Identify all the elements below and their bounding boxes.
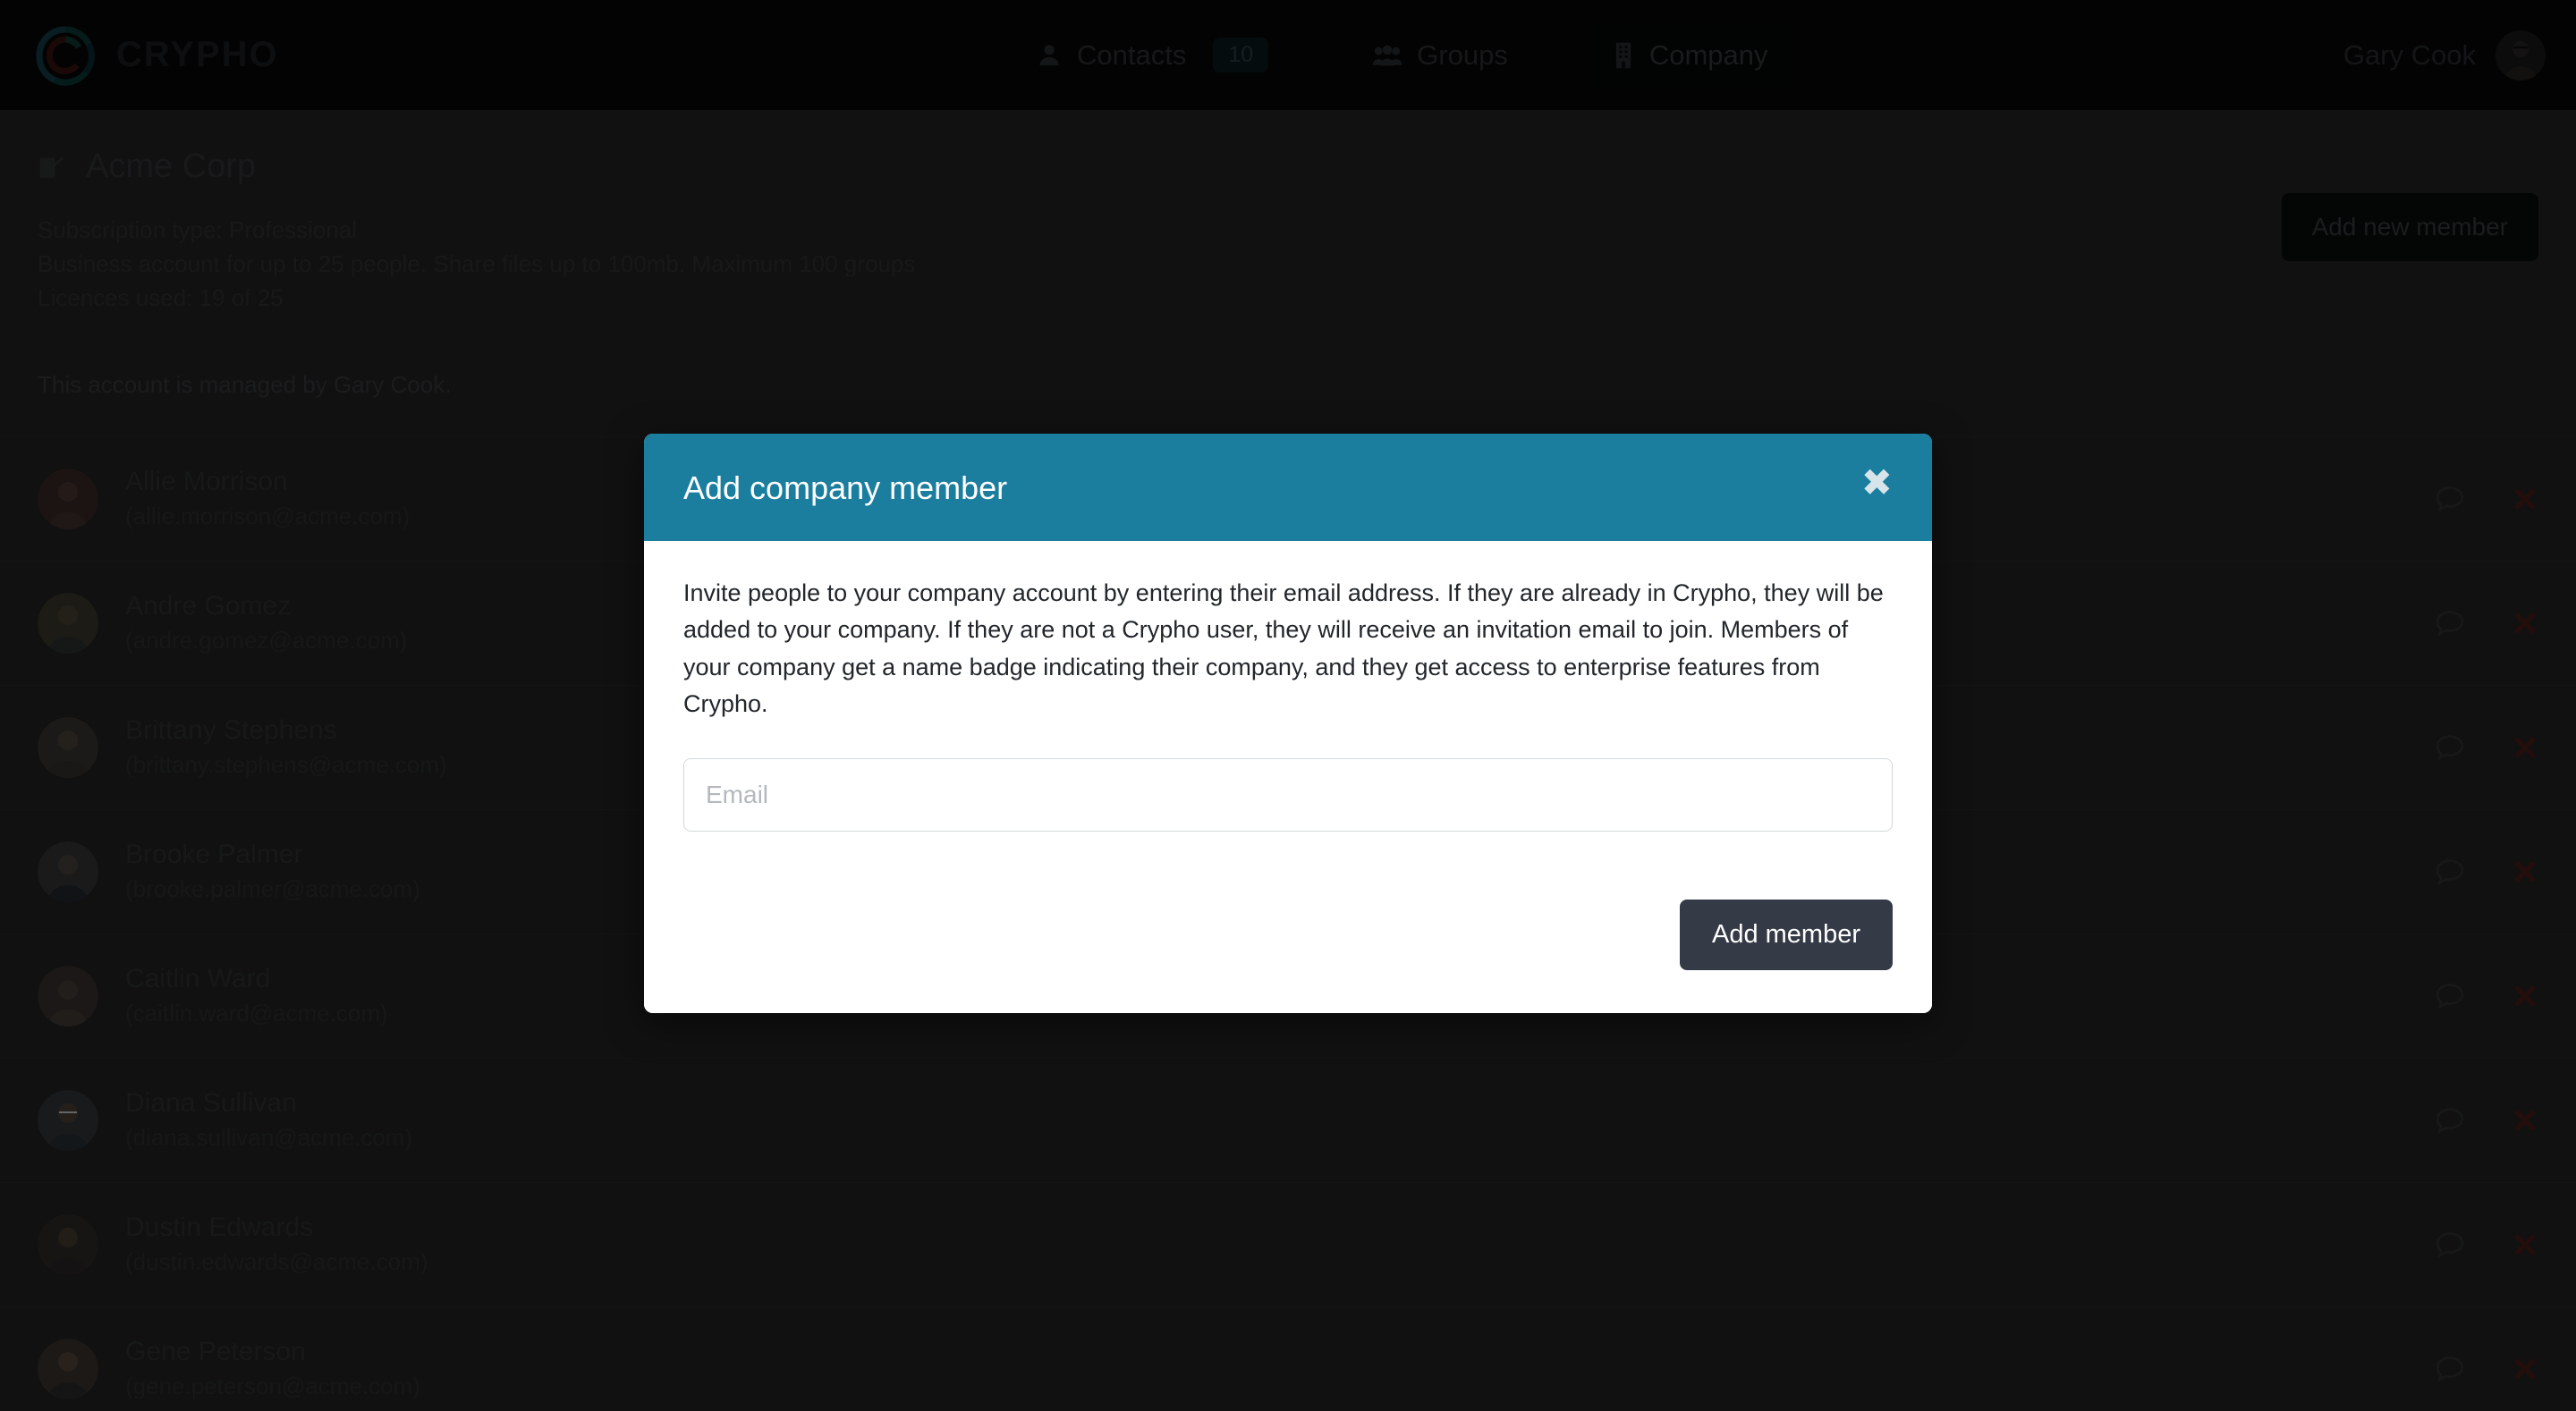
add-company-member-modal: Add company member ✖ Invite people to yo… — [644, 434, 1932, 1014]
add-member-button[interactable]: Add member — [1679, 900, 1893, 971]
modal-body: Invite people to your company account by… — [644, 541, 1932, 863]
close-icon[interactable]: ✖ — [1861, 463, 1893, 502]
modal-title: Add company member — [683, 469, 1008, 506]
modal-footer: Add member — [644, 862, 1932, 1014]
email-field[interactable] — [683, 758, 1893, 832]
modal-header: Add company member ✖ — [644, 434, 1932, 541]
modal-description: Invite people to your company account by… — [683, 579, 1884, 717]
